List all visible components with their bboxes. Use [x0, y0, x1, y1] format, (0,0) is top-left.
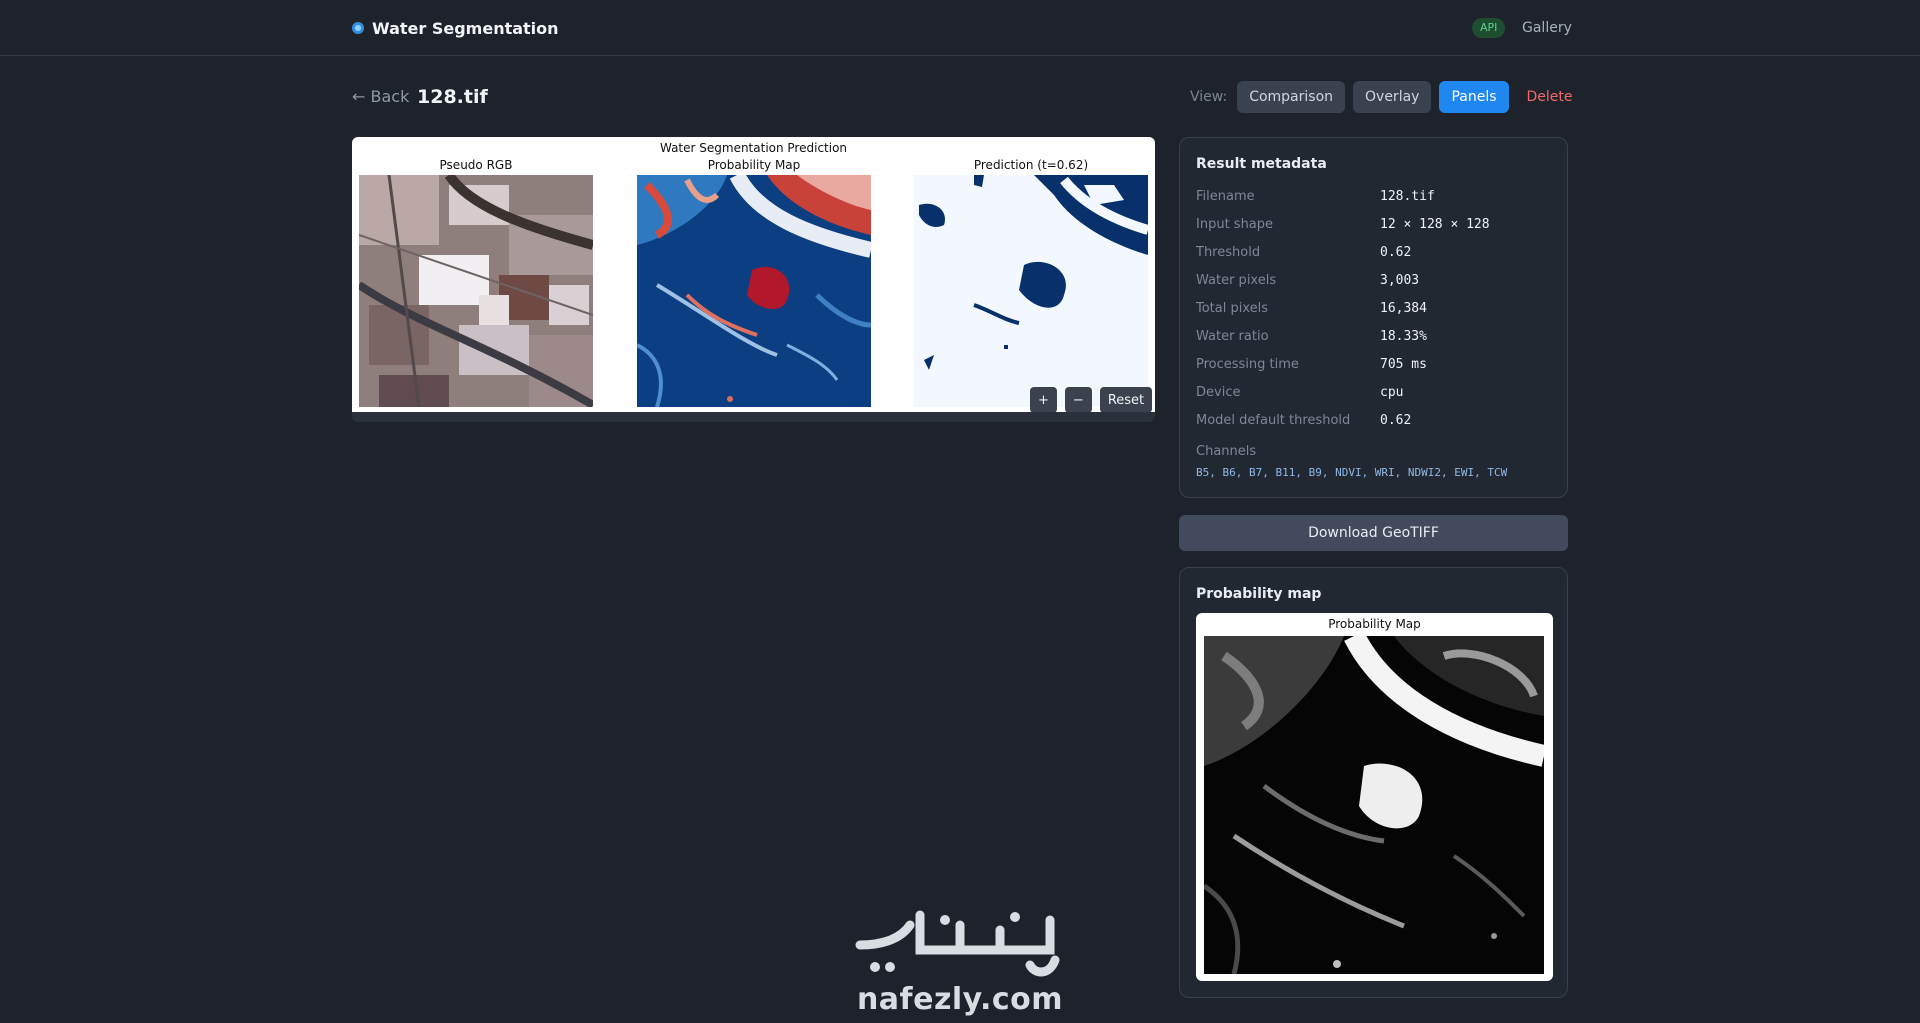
- zoom-in-button[interactable]: +: [1030, 387, 1057, 413]
- panel-title-probability: Probability Map: [707, 158, 801, 172]
- result-metadata-card: Result metadata Filename 128.tif Input s…: [1179, 137, 1568, 498]
- watermark-text: nafezly.com: [856, 982, 1064, 1017]
- prediction-figure[interactable]: Water Segmentation Prediction Pseudo RGB…: [352, 137, 1155, 417]
- meta-value: 128.tif: [1380, 189, 1435, 204]
- meta-key: Model default threshold: [1196, 413, 1351, 428]
- view-panels-button[interactable]: Panels: [1439, 81, 1509, 113]
- probability-card-title: Probability map: [1196, 586, 1322, 602]
- brand-title: Water Segmentation: [372, 18, 559, 38]
- meta-value: 0.62: [1380, 413, 1412, 428]
- meta-key: Processing time: [1196, 357, 1299, 372]
- channels-list: B5, B6, B7, B11, B9, NDVI, WRI, NDWI2, E…: [1196, 466, 1508, 479]
- view-comparison-button[interactable]: Comparison: [1237, 81, 1346, 113]
- delete-button[interactable]: Delete: [1517, 81, 1583, 113]
- water-drop-icon: [352, 22, 364, 34]
- meta-key: Total pixels: [1196, 301, 1269, 316]
- meta-value: 0.62: [1380, 245, 1412, 260]
- meta-key: Device: [1196, 385, 1241, 400]
- panel-title-rgb: Pseudo RGB: [439, 158, 513, 172]
- pseudo-rgb-image: [359, 175, 593, 407]
- probability-map-image: [637, 175, 871, 407]
- view-switcher: View: Comparison Overlay Panels Delete: [1190, 81, 1583, 113]
- zoom-out-button[interactable]: −: [1064, 387, 1092, 413]
- meta-value: cpu: [1380, 385, 1404, 400]
- probability-figure: Probability Map: [1196, 613, 1553, 981]
- meta-value: 705 ms: [1380, 357, 1427, 372]
- nafezly-logo-icon: [855, 910, 1060, 977]
- meta-key: Water ratio: [1196, 329, 1269, 344]
- figure-scroll-track[interactable]: [352, 412, 1155, 422]
- meta-key: Input shape: [1196, 217, 1274, 232]
- top-bar: Water Segmentation API Gallery: [0, 0, 1920, 56]
- probability-map-card: Probability map Probability Map: [1179, 567, 1568, 998]
- meta-key: Threshold: [1196, 245, 1261, 260]
- figure-suptitle: Water Segmentation Prediction: [659, 141, 848, 155]
- back-link[interactable]: ← Back: [352, 86, 409, 108]
- reset-zoom-button[interactable]: Reset: [1099, 387, 1153, 413]
- download-geotiff-button[interactable]: Download GeoTIFF: [1179, 515, 1568, 551]
- api-badge[interactable]: API: [1472, 18, 1506, 38]
- page-title: 128.tif: [417, 86, 488, 108]
- meta-key: Water pixels: [1196, 273, 1277, 288]
- figure-zoom-tools: + − Reset: [1030, 387, 1153, 413]
- probability-figure-title: Probability Map: [1328, 617, 1421, 631]
- view-label: View:: [1190, 89, 1228, 105]
- view-overlay-button[interactable]: Overlay: [1353, 81, 1432, 113]
- meta-value: 16,384: [1380, 301, 1427, 316]
- meta-value: 18.33%: [1380, 329, 1427, 344]
- prediction-mask-image: [914, 175, 1148, 407]
- meta-value: 12 × 128 × 128: [1380, 217, 1490, 232]
- panel-title-prediction: Prediction (t=0.62): [973, 158, 1089, 172]
- channels-label: Channels: [1196, 444, 1257, 459]
- meta-key: Filename: [1196, 189, 1255, 204]
- metadata-title: Result metadata: [1196, 156, 1327, 172]
- probability-grayscale-image: [1204, 636, 1544, 974]
- brand[interactable]: Water Segmentation: [352, 17, 559, 39]
- meta-value: 3,003: [1380, 273, 1420, 288]
- gallery-link[interactable]: Gallery: [1522, 18, 1572, 38]
